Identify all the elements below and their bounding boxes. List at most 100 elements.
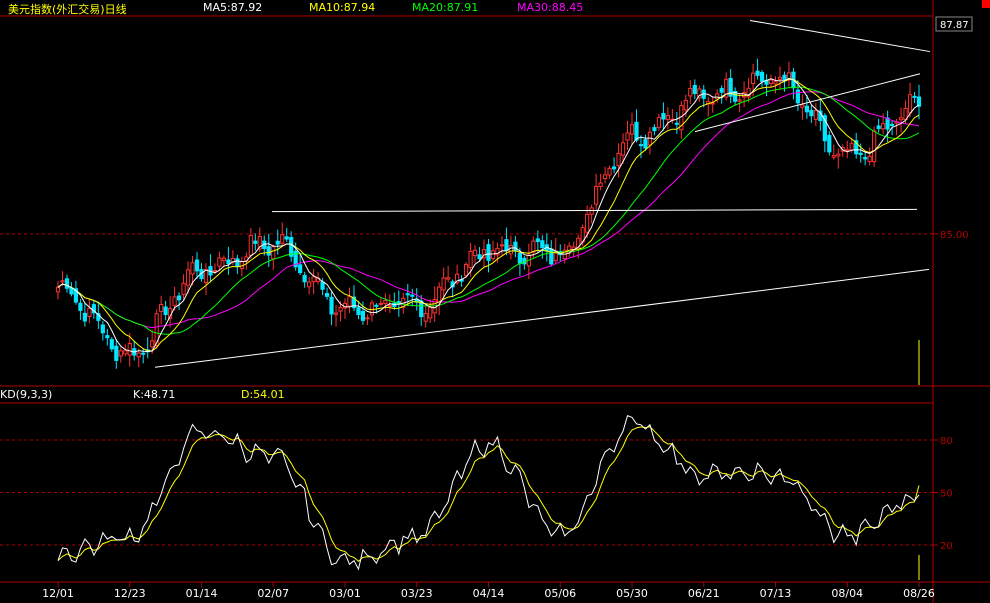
candle-down [82, 312, 88, 322]
candle-down [298, 264, 303, 274]
x-axis-label: 06/21 [688, 587, 720, 600]
candle-down [540, 240, 545, 249]
candle-up [185, 269, 191, 286]
d-value-label: D:54.01 [241, 388, 285, 401]
candle-up [136, 352, 141, 358]
candle-down [320, 281, 325, 290]
candle-down [513, 241, 518, 252]
candle-up [271, 246, 276, 260]
candle-up [190, 262, 195, 275]
candle-up [338, 307, 343, 312]
candle-down [477, 254, 482, 260]
candle-down [486, 244, 491, 261]
chart-canvas: 87.87 85.00 80 50 20 12/01 12/23 01/14 02/07 03/0… [0, 0, 990, 603]
candle-down [674, 122, 679, 125]
candle-up [383, 299, 388, 304]
candle-down [100, 324, 105, 334]
candle-up [750, 72, 756, 85]
candle-up [773, 81, 778, 85]
candle-up [437, 286, 442, 303]
candle-up [867, 155, 872, 163]
kd-axis-label-80: 80 [940, 436, 953, 447]
candle-up [715, 93, 720, 100]
ma5-label: MA5:87.92 [203, 1, 263, 14]
candle-up [212, 269, 218, 272]
candle-up [365, 317, 370, 320]
candle-up [387, 304, 392, 307]
candle-down [827, 134, 832, 153]
ma20-label: MA20:87.91 [412, 1, 479, 14]
x-axis-label: 08/26 [903, 587, 935, 600]
candle-up [594, 186, 599, 205]
candle-up [150, 340, 155, 348]
candle-up [625, 132, 630, 141]
candle-up [683, 99, 688, 111]
candle-down [876, 125, 881, 129]
candle-down [275, 240, 280, 245]
candle-down [405, 293, 410, 296]
candle-down [611, 166, 617, 170]
candle-up [836, 153, 841, 157]
d-line [57, 426, 920, 562]
candle-down [374, 304, 379, 307]
candle-up [629, 124, 635, 135]
candle-up [378, 302, 383, 305]
candle-down [782, 74, 787, 81]
x-axis-label: 03/01 [329, 587, 361, 600]
candle-up [898, 117, 904, 121]
candle-up [307, 281, 312, 288]
candle-down [114, 345, 119, 361]
candle-down [759, 72, 765, 82]
candle-up [221, 257, 227, 262]
candle-up [607, 167, 612, 176]
candle-up [217, 257, 222, 267]
candle-up [123, 350, 128, 355]
candle-down [652, 127, 657, 132]
candle-down [755, 70, 760, 76]
candle-up [831, 155, 836, 158]
x-axis-label: 05/06 [544, 587, 576, 600]
candle-down [804, 105, 809, 113]
candle-up [311, 276, 316, 283]
candle-up [127, 342, 132, 356]
candle-up [172, 296, 177, 306]
candle-down [78, 302, 83, 311]
candle-down [284, 236, 289, 240]
trendline-wedge-top [749, 19, 931, 53]
candle-down [105, 335, 110, 339]
candle-down [889, 123, 895, 126]
candle-down [661, 113, 666, 120]
k-value-label: K:48.71 [133, 388, 176, 401]
x-axis-label: 05/30 [616, 587, 648, 600]
candle-down [194, 259, 200, 272]
ma30-label: MA30:88.45 [517, 1, 584, 14]
candle-down [692, 85, 697, 95]
candle-up [280, 234, 285, 244]
candle-up [441, 277, 446, 291]
x-axis-label: 04/14 [473, 587, 505, 600]
candle-down [226, 259, 231, 265]
candle-down [141, 352, 146, 355]
current-price-label: 87.87 [940, 20, 969, 31]
candle-up [688, 87, 693, 97]
candle-down [549, 248, 554, 265]
candle-up [159, 304, 164, 312]
candle-up [620, 142, 626, 156]
candle-down [253, 240, 258, 244]
candle-up [468, 250, 473, 268]
candle-down [916, 96, 922, 107]
kd-indicator-name: KD(9,3,3) [0, 388, 53, 401]
kd-axis-label-20: 20 [940, 541, 953, 552]
candle-down [410, 294, 415, 297]
candle-up [589, 207, 594, 215]
candle-down [634, 121, 639, 141]
candle-up [423, 312, 428, 322]
candle-up [87, 307, 92, 318]
candle-down [324, 293, 330, 297]
candle-up [181, 282, 186, 296]
candle-up [531, 240, 536, 253]
candle-up [472, 249, 478, 257]
candle-down [719, 88, 724, 93]
x-axis-label: 12/23 [114, 587, 146, 600]
candle-down [302, 274, 307, 283]
